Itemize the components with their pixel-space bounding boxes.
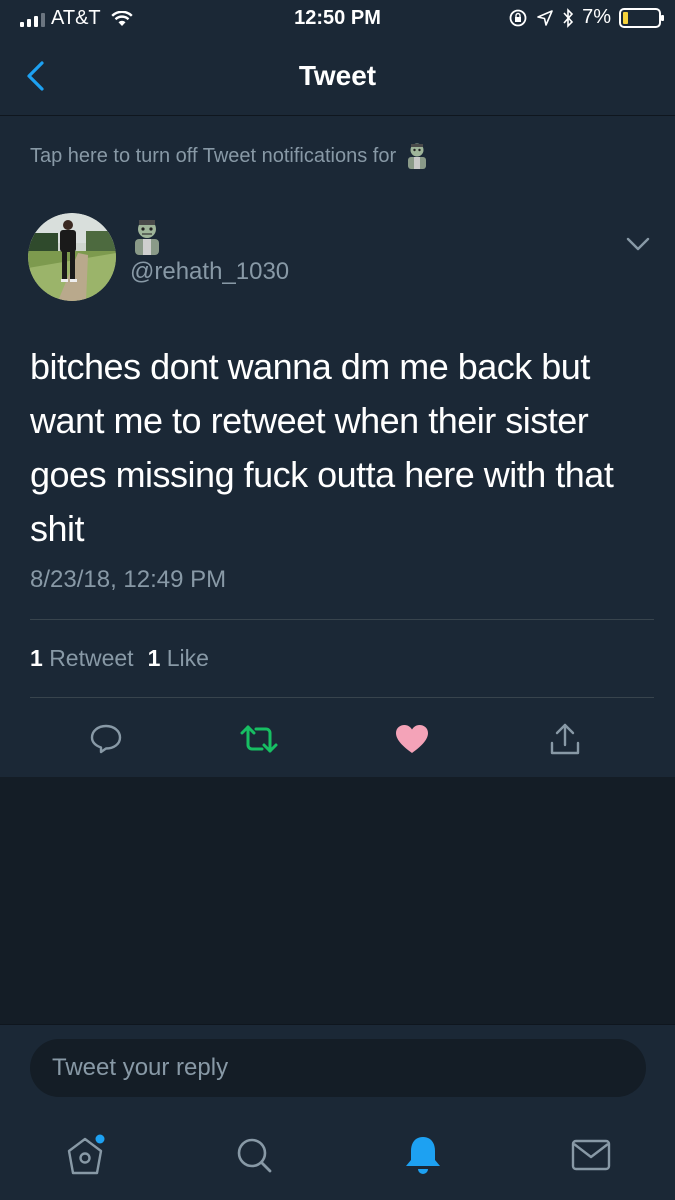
likes-stat[interactable]: 1 Like bbox=[148, 645, 209, 672]
like-button[interactable] bbox=[388, 715, 436, 763]
tweet-author-handle[interactable]: @rehath_1030 bbox=[130, 258, 289, 286]
reply-composer-bar bbox=[0, 1024, 675, 1200]
bell-icon bbox=[406, 1137, 440, 1174]
battery-percent: 7% bbox=[582, 6, 611, 28]
reply-button[interactable] bbox=[82, 715, 130, 763]
retweet-button[interactable] bbox=[235, 715, 283, 763]
notification-toggle-banner[interactable]: Tap here to turn off Tweet notifications… bbox=[30, 142, 430, 170]
tweet-action-bar bbox=[0, 715, 675, 763]
chevron-down-icon[interactable] bbox=[624, 232, 652, 256]
tab-notifications[interactable] bbox=[399, 1131, 447, 1179]
zombie-emoji-icon bbox=[408, 143, 427, 169]
tweet-stats: 1 Retweet 1 Like bbox=[30, 645, 209, 672]
location-icon bbox=[537, 9, 553, 26]
tab-bar bbox=[0, 1125, 675, 1195]
search-icon bbox=[237, 1138, 272, 1173]
reply-icon bbox=[90, 724, 122, 754]
retweets-stat[interactable]: 1 Retweet bbox=[30, 645, 134, 672]
display-name-zombie-emoji-icon bbox=[135, 220, 159, 255]
share-button[interactable] bbox=[541, 715, 589, 763]
rotation-lock-icon bbox=[509, 9, 527, 26]
status-right: 7% bbox=[508, 6, 664, 29]
like-label: Like bbox=[166, 645, 209, 671]
mail-icon bbox=[571, 1139, 611, 1171]
status-bar: AT&T 12:50 PM 7% bbox=[0, 0, 675, 38]
tweet-text: bitches dont wanna dm me back but want m… bbox=[30, 346, 614, 549]
divider bbox=[30, 619, 654, 620]
battery-icon bbox=[619, 7, 664, 28]
bluetooth-icon bbox=[563, 7, 574, 28]
home-icon bbox=[67, 1134, 105, 1175]
avatar[interactable] bbox=[28, 213, 116, 301]
retweet-icon bbox=[240, 725, 278, 753]
page-title: Tweet bbox=[298, 60, 377, 91]
reply-input[interactable] bbox=[30, 1039, 646, 1097]
retweet-count: 1 bbox=[30, 645, 43, 671]
notification-banner-text: Tap here to turn off Tweet notifications… bbox=[30, 144, 397, 167]
share-icon bbox=[550, 723, 580, 755]
tweet-timestamp: 8/23/18, 12:49 PM bbox=[30, 566, 227, 593]
like-count: 1 bbox=[147, 645, 161, 671]
divider bbox=[30, 697, 654, 698]
retweet-label: Retweet bbox=[49, 645, 134, 671]
tab-messages[interactable] bbox=[567, 1131, 615, 1179]
nav-bar: Tweet bbox=[0, 38, 675, 116]
tab-home[interactable] bbox=[61, 1131, 109, 1179]
tab-search[interactable] bbox=[230, 1131, 278, 1179]
heart-icon bbox=[396, 725, 428, 753]
